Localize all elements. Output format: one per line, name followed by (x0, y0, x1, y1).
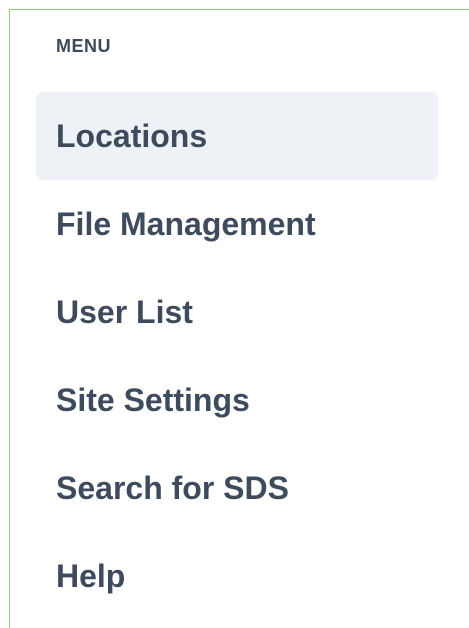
frame-border-top (9, 9, 469, 10)
menu-heading: MENU (56, 36, 111, 56)
sidebar-item-help[interactable]: Help (36, 532, 438, 620)
sidebar-item-label: User List (56, 293, 193, 330)
sidebar-item-label: Help (56, 557, 126, 594)
sidebar-item-label: Locations (56, 117, 208, 154)
sidebar-item-locations[interactable]: Locations (36, 92, 438, 180)
sidebar-item-label: Site Settings (56, 381, 250, 418)
sidebar-item-user-list[interactable]: User List (36, 268, 438, 356)
sidebar-item-site-settings[interactable]: Site Settings (36, 356, 438, 444)
sidebar-item-label: Search for SDS (56, 469, 289, 506)
app-frame: MENU Locations File Management User List… (0, 0, 469, 628)
sidebar-item-search-for-sds[interactable]: Search for SDS (36, 444, 438, 532)
sidebar-item-file-management[interactable]: File Management (36, 180, 438, 268)
frame-border-left (9, 9, 10, 628)
menu-list: Locations File Management User List Site… (36, 92, 438, 620)
sidebar-item-label: File Management (56, 205, 316, 242)
